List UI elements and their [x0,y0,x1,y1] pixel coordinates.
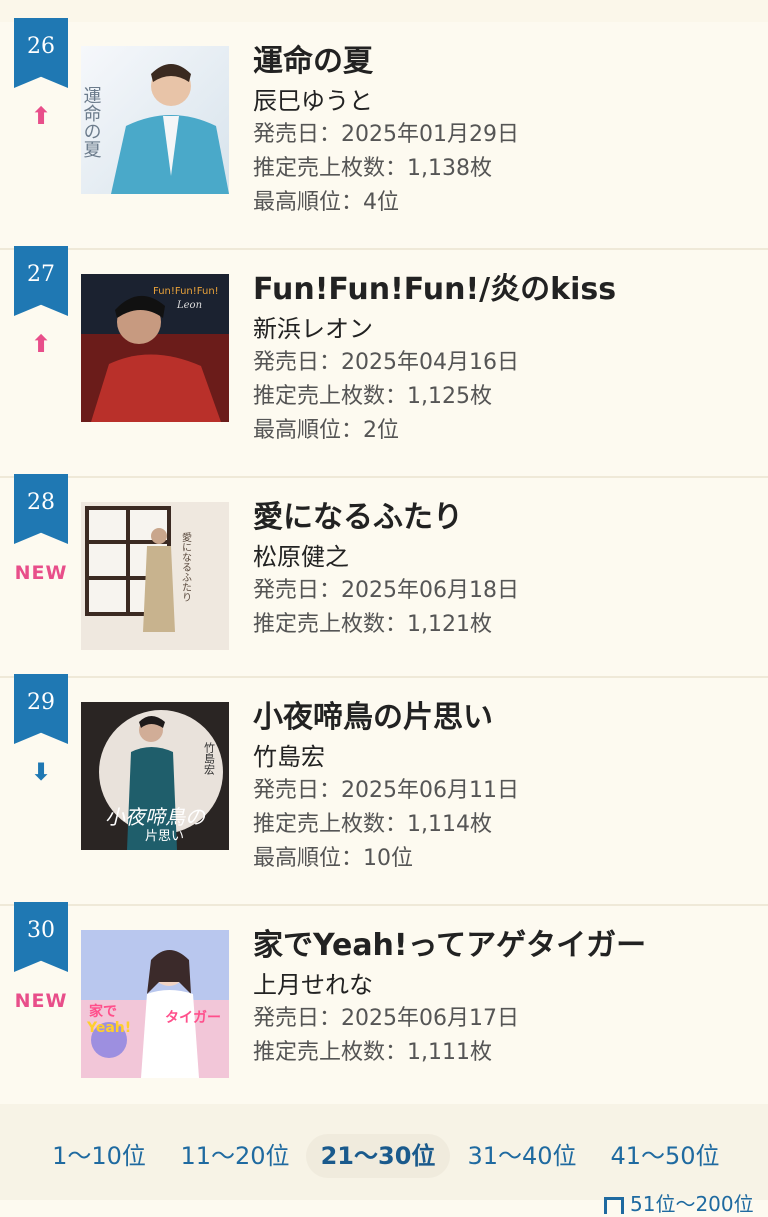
song-title[interactable]: 愛になるふたり [253,498,758,538]
previous-entry-edge [0,0,768,24]
svg-text:Yeah!: Yeah! [86,1020,131,1036]
estimated-sales: 推定売上枚数：1,111枚 [253,1040,492,1065]
svg-text:片思い: 片思い [145,829,184,844]
cover-art-image: 運命の夏 [81,46,229,194]
page-link-21-30-current[interactable]: 21〜30位 [306,1134,450,1178]
song-title[interactable]: 運命の夏 [253,42,758,82]
song-title[interactable]: Fun!Fun!Fun!/炎のkiss [253,270,758,310]
svg-text:竹島宏: 竹島宏 [203,741,216,776]
ranking-list: 26 ⬆ 運命の夏 運命の夏 辰巳ゆうと 発売日：2025年01月29日 推定売… [0,18,768,1106]
new-entry-badge: NEW [14,990,68,1012]
song-title[interactable]: 小夜啼鳥の片思い [253,698,758,738]
song-title[interactable]: 家でYeah!ってアゲタイガー [253,926,758,966]
release-date: 発売日：2025年01月29日 [253,122,519,147]
artist-name[interactable]: 辰巳ゆうと [253,84,758,118]
svg-text:Leon: Leon [176,300,202,311]
album-cover[interactable]: 小夜啼鳥の 片思い 竹島宏 [81,702,229,850]
more-ranks-label: 51位〜200位 [630,1192,754,1216]
artist-name[interactable]: 竹島宏 [253,740,758,774]
page-link-41-50[interactable]: 41〜50位 [600,1134,730,1178]
new-entry-badge: NEW [14,562,68,584]
page-link-31-40[interactable]: 31〜40位 [458,1134,586,1178]
pagination: 1〜10位 11〜20位 21〜30位 31〜40位 41〜50位 51位〜20… [0,1104,768,1216]
release-date: 発売日：2025年04月16日 [253,350,519,375]
cover-art-image: 家で Yeah! タイガー [81,930,229,1078]
svg-text:家で: 家で [89,1003,117,1020]
svg-text:Fun!Fun!Fun!: Fun!Fun!Fun! [153,286,219,297]
rank-up-icon: ⬆ [30,102,52,130]
rank-badge: 30 [14,902,68,972]
more-ranks-link[interactable]: 51位〜200位 [604,1188,754,1217]
estimated-sales: 推定売上枚数：1,121枚 [253,612,492,637]
release-date: 発売日：2025年06月11日 [253,778,519,803]
album-cover[interactable]: 愛になるふたり [81,502,229,650]
estimated-sales: 推定売上枚数：1,125枚 [253,384,492,409]
release-date: 発売日：2025年06月18日 [253,578,519,603]
estimated-sales: 推定売上枚数：1,114枚 [253,812,492,837]
album-cover[interactable]: 運命の夏 [81,46,229,194]
rank-badge: 29 [14,674,68,744]
rank-down-icon: ⬇ [30,758,52,786]
rank-badge: 27 [14,246,68,316]
cover-art-image: 小夜啼鳥の 片思い 竹島宏 [81,702,229,850]
album-cover[interactable]: 家で Yeah! タイガー [81,930,229,1078]
ranking-entry[interactable]: 29 ⬇ 小夜啼鳥の 片思い 竹島宏 小夜啼鳥の片思い 竹島宏 発売日：2025… [0,674,768,906]
svg-text:小夜啼鳥の: 小夜啼鳥の [105,805,206,829]
album-cover[interactable]: Fun!Fun!Fun! Leon [81,274,229,422]
artist-name[interactable]: 新浜レオン [253,312,758,346]
ranking-entry[interactable]: 27 ⬆ Fun!Fun!Fun! Leon Fun!Fun!Fun!/炎のki… [0,246,768,478]
artist-name[interactable]: 上月せれな [253,968,758,1002]
ranking-entry[interactable]: 28 NEW 愛になるふたり 愛になるふたり 松原健之 発売日：2025年06月… [0,474,768,678]
peak-rank: 最高順位：2位 [253,418,399,443]
artist-name[interactable]: 松原健之 [253,540,758,574]
ranking-entry[interactable]: 26 ⬆ 運命の夏 運命の夏 辰巳ゆうと 発売日：2025年01月29日 推定売… [0,18,768,250]
estimated-sales: 推定売上枚数：1,138枚 [253,156,492,181]
ranking-entry[interactable]: 30 NEW 家で Yeah! タイガー 家でYeah!ってアゲタイガー 上月せ… [0,902,768,1106]
svg-text:タイガー: タイガー [165,1010,221,1026]
peak-rank: 最高順位：10位 [253,846,413,871]
svg-text:愛になるふたり: 愛になるふたり [180,531,192,602]
cover-art-image: 愛になるふたり [81,502,229,650]
rank-badge: 28 [14,474,68,544]
rank-badge: 26 [14,18,68,88]
svg-text:運命の夏: 運命の夏 [81,86,102,158]
release-date: 発売日：2025年06月17日 [253,1006,519,1031]
peak-rank: 最高順位：4位 [253,190,399,215]
rank-up-icon: ⬆ [30,330,52,358]
page-link-11-20[interactable]: 11〜20位 [174,1134,296,1178]
cover-art-image: Fun!Fun!Fun! Leon [81,274,229,422]
page-link-1-10[interactable]: 1〜10位 [40,1134,158,1178]
